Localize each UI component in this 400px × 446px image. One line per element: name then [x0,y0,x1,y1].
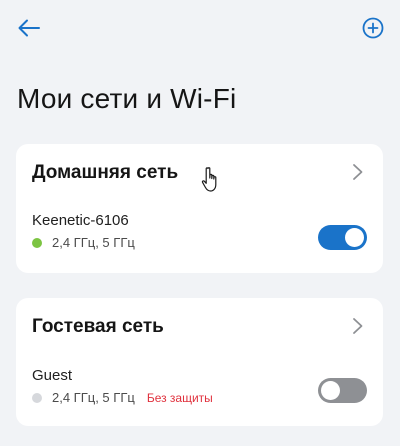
home-network-title: Домашняя сеть [32,162,179,183]
top-app-bar [0,0,400,56]
guest-network-title: Гостевая сеть [32,316,164,337]
toggle-knob [321,381,340,400]
chevron-right-icon [353,318,363,334]
home-network-meta: 2,4 ГГц, 5 ГГц [32,235,135,250]
home-network-card: Домашняя сеть Keenetic-6106 2,4 ГГц, 5 Г… [16,144,383,273]
guest-network-header[interactable]: Гостевая сеть [16,298,383,356]
back-button[interactable] [14,14,44,42]
security-warning: Без защиты [146,390,213,405]
home-network-ssid: Keenetic-6106 [32,212,129,229]
page-title: Мои сети и Wi-Fi [17,83,237,114]
guest-network-ssid: Guest [32,367,73,384]
status-dot [32,392,42,403]
guest-network-card: Гостевая сеть Guest 2,4 ГГц, 5 ГГц Без з… [16,298,383,426]
guest-network-bands: 2,4 ГГц, 5 ГГц [52,390,135,405]
guest-network-toggle[interactable] [318,378,367,403]
toggle-knob [345,228,364,247]
guest-network-meta: 2,4 ГГц, 5 ГГц Без защиты [32,390,213,405]
home-network-toggle[interactable] [318,225,367,250]
add-network-button[interactable] [358,14,388,42]
hand-cursor-icon [201,167,217,192]
arrow-left-icon [18,19,40,37]
home-network-bands: 2,4 ГГц, 5 ГГц [52,235,135,250]
status-dot [32,237,42,248]
plus-circle-icon [362,17,384,39]
chevron-right-icon [353,164,363,180]
